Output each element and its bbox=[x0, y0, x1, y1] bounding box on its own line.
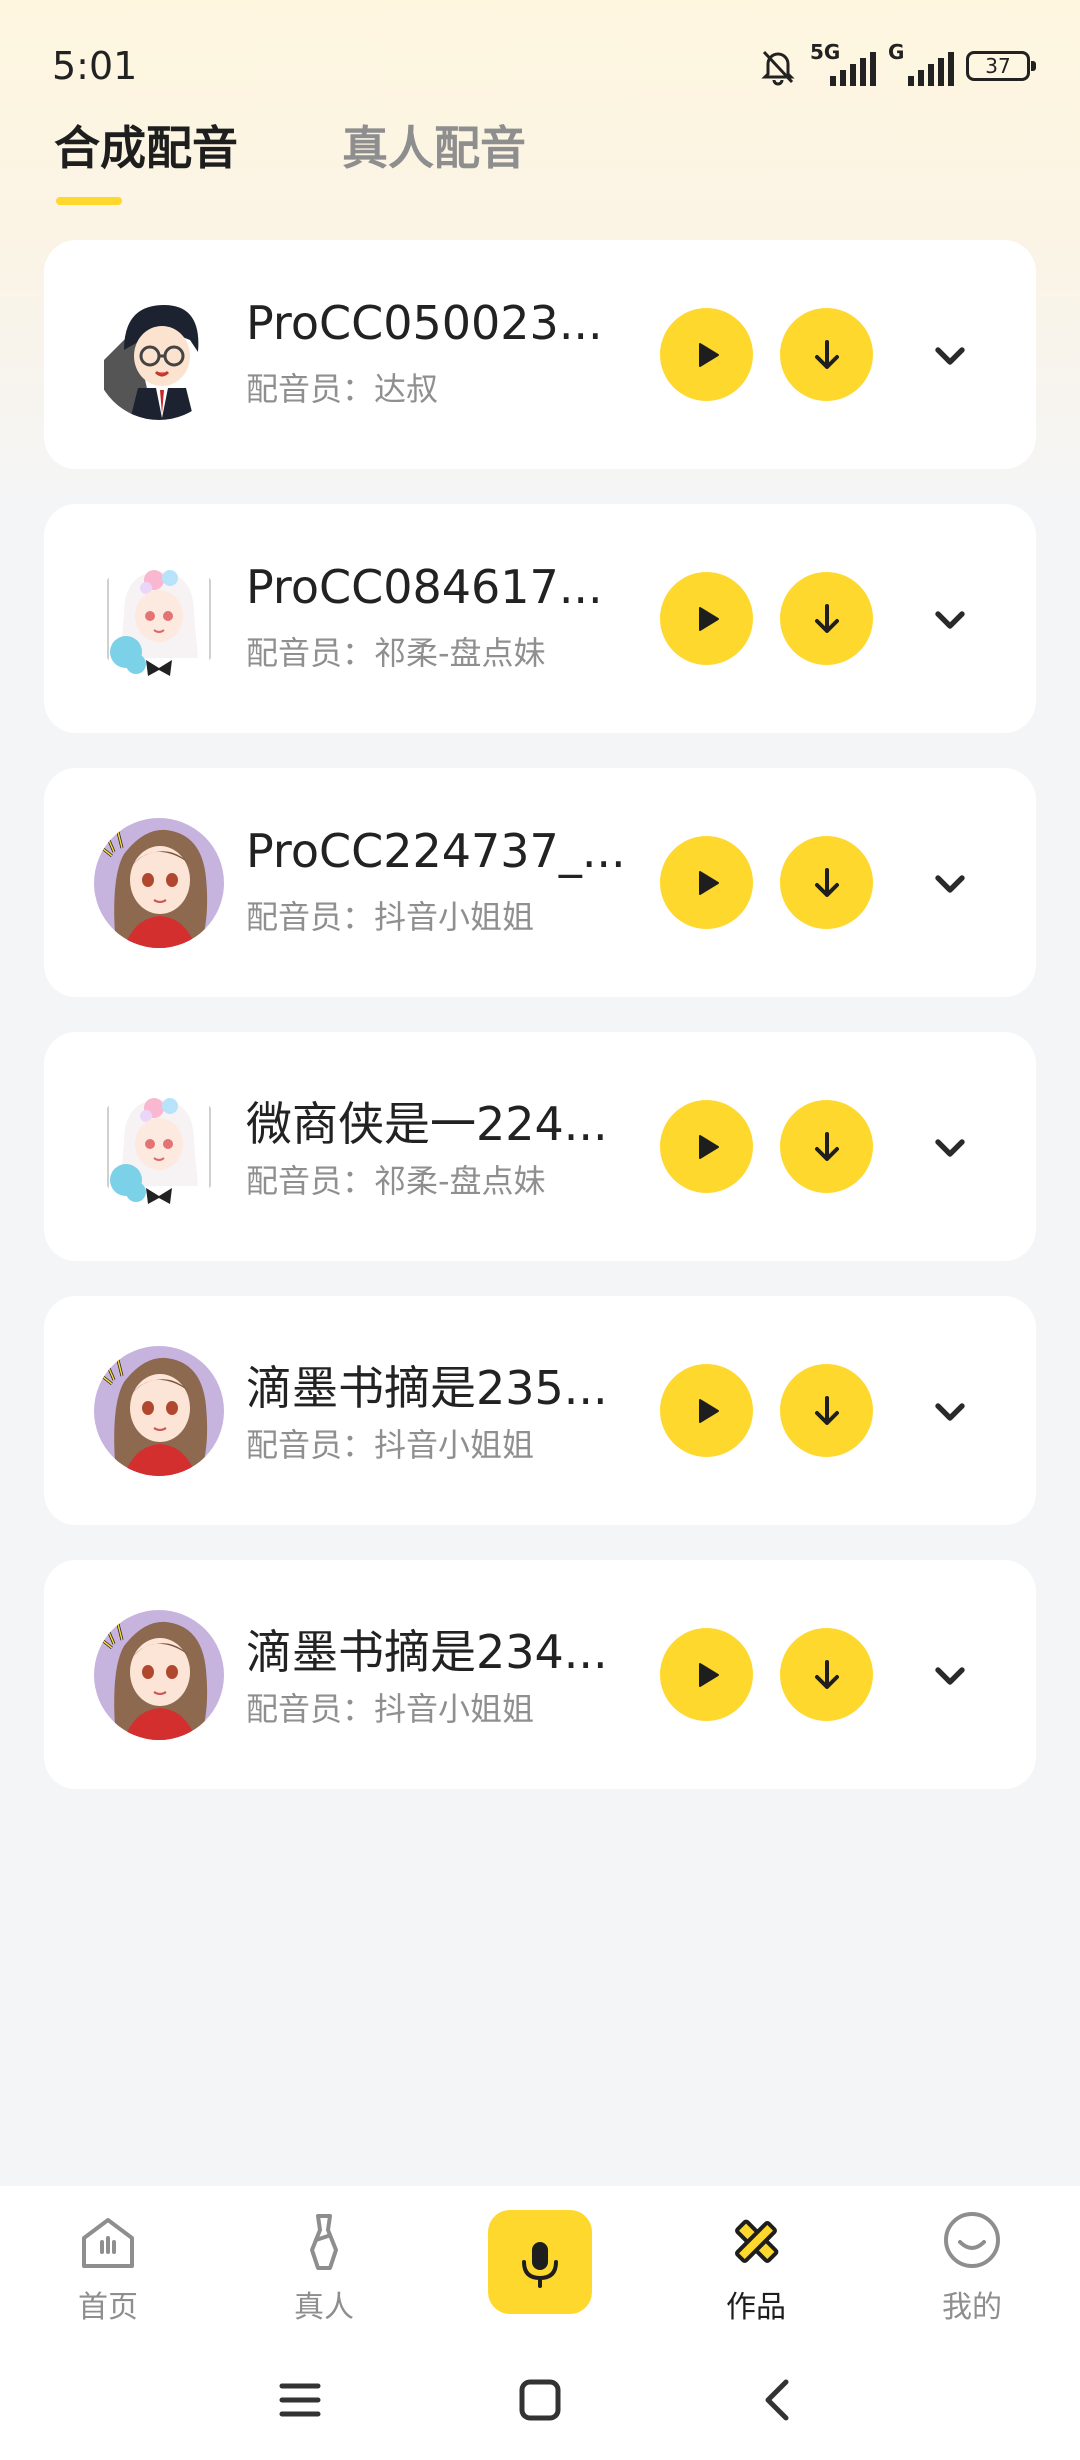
system-nav-bar bbox=[0, 2340, 1080, 2460]
home-icon bbox=[82, 2218, 134, 2268]
record-button[interactable] bbox=[488, 2210, 592, 2314]
chevron-down-icon bbox=[926, 332, 974, 380]
nav-home[interactable]: 首页 bbox=[28, 2210, 188, 2326]
nav-human[interactable]: 真人 bbox=[244, 2210, 404, 2326]
arrow-down-icon bbox=[807, 1655, 847, 1695]
white-hair-girl-avatar bbox=[94, 554, 224, 684]
voice-actor-label: 配音员：抖音小姐姐 bbox=[246, 898, 535, 936]
play-icon bbox=[687, 335, 727, 375]
home-button[interactable] bbox=[510, 2370, 570, 2430]
expand-button[interactable] bbox=[920, 1382, 980, 1442]
tab-bar: 合成配音 真人配音 bbox=[54, 112, 526, 178]
tab-indicator bbox=[56, 197, 122, 205]
chevron-down-icon bbox=[926, 860, 974, 908]
battery-icon: 37 bbox=[966, 51, 1036, 81]
mute-bell-icon bbox=[761, 50, 795, 86]
chevron-down-icon bbox=[926, 1652, 974, 1700]
status-icons: 5G G 37 bbox=[758, 40, 1036, 88]
person-icon bbox=[310, 2214, 338, 2270]
work-title: 滴墨书摘是235... bbox=[246, 1361, 608, 1415]
play-button[interactable] bbox=[660, 1100, 753, 1193]
work-title: ProCC050023... bbox=[246, 296, 603, 350]
works-icon bbox=[735, 2219, 779, 2263]
voice-actor-label: 配音员：祁柔-盘点妹 bbox=[246, 1162, 546, 1200]
mic-icon bbox=[522, 2242, 558, 2288]
work-card[interactable]: ProCC050023... 配音员：达叔 bbox=[44, 240, 1036, 469]
expand-button[interactable] bbox=[920, 854, 980, 914]
square-icon bbox=[519, 2379, 561, 2421]
brown-hair-girl-avatar bbox=[94, 1346, 224, 1476]
nav-works[interactable]: 作品 bbox=[676, 2210, 836, 2326]
download-button[interactable] bbox=[780, 836, 873, 929]
play-button[interactable] bbox=[660, 308, 753, 401]
arrow-down-icon bbox=[807, 863, 847, 903]
arrow-down-icon bbox=[807, 1391, 847, 1431]
voice-actor-label: 配音员：抖音小姐姐 bbox=[246, 1690, 535, 1728]
play-icon bbox=[687, 863, 727, 903]
play-icon bbox=[687, 1391, 727, 1431]
play-icon bbox=[687, 1655, 727, 1695]
arrow-down-icon bbox=[807, 335, 847, 375]
menu-button[interactable] bbox=[270, 2370, 330, 2430]
play-button[interactable] bbox=[660, 1364, 753, 1457]
voice-actor-label: 配音员：祁柔-盘点妹 bbox=[246, 634, 546, 672]
work-title: ProCC084617... bbox=[246, 560, 603, 614]
status-time: 5:01 bbox=[52, 44, 138, 88]
signal-5g-icon: 5G bbox=[810, 40, 876, 88]
work-card[interactable]: ProCC224737_... 配音员：抖音小姐姐 bbox=[44, 768, 1036, 997]
glasses-boy-avatar bbox=[94, 290, 224, 420]
work-card[interactable]: 滴墨书摘是234... 配音员：抖音小姐姐 bbox=[44, 1560, 1036, 1789]
tab-human-dubbing[interactable]: 真人配音 bbox=[342, 112, 526, 178]
expand-button[interactable] bbox=[920, 1646, 980, 1706]
play-icon bbox=[687, 1127, 727, 1167]
work-title: ProCC224737_... bbox=[246, 824, 626, 878]
signal-g-icon: G bbox=[888, 40, 954, 88]
expand-button[interactable] bbox=[920, 326, 980, 386]
smile-icon bbox=[944, 2212, 1000, 2268]
back-chevron-icon bbox=[765, 2379, 789, 2421]
download-button[interactable] bbox=[780, 572, 873, 665]
arrow-down-icon bbox=[807, 1127, 847, 1167]
status-bar: 5:01 5G G 37 bbox=[0, 0, 1080, 130]
chevron-down-icon bbox=[926, 1124, 974, 1172]
works-list: ProCC050023... 配音员：达叔 ProCC084617... 配音员… bbox=[44, 240, 1036, 1824]
download-button[interactable] bbox=[780, 1628, 873, 1721]
chevron-down-icon bbox=[926, 596, 974, 644]
tab-synthetic-dubbing[interactable]: 合成配音 bbox=[54, 112, 238, 178]
voice-actor-label: 配音员：抖音小姐姐 bbox=[246, 1426, 535, 1464]
nav-mine[interactable]: 我的 bbox=[892, 2210, 1052, 2326]
download-button[interactable] bbox=[780, 1364, 873, 1457]
voice-actor-label: 配音员：达叔 bbox=[246, 370, 439, 408]
play-button[interactable] bbox=[660, 1628, 753, 1721]
work-title: 微商侠是一224... bbox=[246, 1097, 608, 1151]
download-button[interactable] bbox=[780, 1100, 873, 1193]
brown-hair-girl-avatar bbox=[94, 818, 224, 948]
brown-hair-girl-avatar bbox=[94, 1610, 224, 1740]
white-hair-girl-avatar bbox=[94, 1082, 224, 1212]
work-card[interactable]: 微商侠是一224... 配音员：祁柔-盘点妹 bbox=[44, 1032, 1036, 1261]
play-button[interactable] bbox=[660, 836, 753, 929]
nav-mine-label: 我的 bbox=[942, 2290, 1002, 2325]
menu-icon bbox=[279, 2383, 321, 2417]
work-title: 滴墨书摘是234... bbox=[246, 1625, 608, 1679]
nav-home-label: 首页 bbox=[78, 2290, 138, 2325]
play-button[interactable] bbox=[660, 572, 753, 665]
arrow-down-icon bbox=[807, 599, 847, 639]
back-button[interactable] bbox=[748, 2370, 808, 2430]
work-card[interactable]: 滴墨书摘是235... 配音员：抖音小姐姐 bbox=[44, 1296, 1036, 1525]
work-card[interactable]: ProCC084617... 配音员：祁柔-盘点妹 bbox=[44, 504, 1036, 733]
expand-button[interactable] bbox=[920, 1118, 980, 1178]
nav-works-label: 作品 bbox=[726, 2290, 786, 2325]
nav-human-label: 真人 bbox=[294, 2290, 354, 2325]
expand-button[interactable] bbox=[920, 590, 980, 650]
chevron-down-icon bbox=[926, 1388, 974, 1436]
play-icon bbox=[687, 599, 727, 639]
download-button[interactable] bbox=[780, 308, 873, 401]
